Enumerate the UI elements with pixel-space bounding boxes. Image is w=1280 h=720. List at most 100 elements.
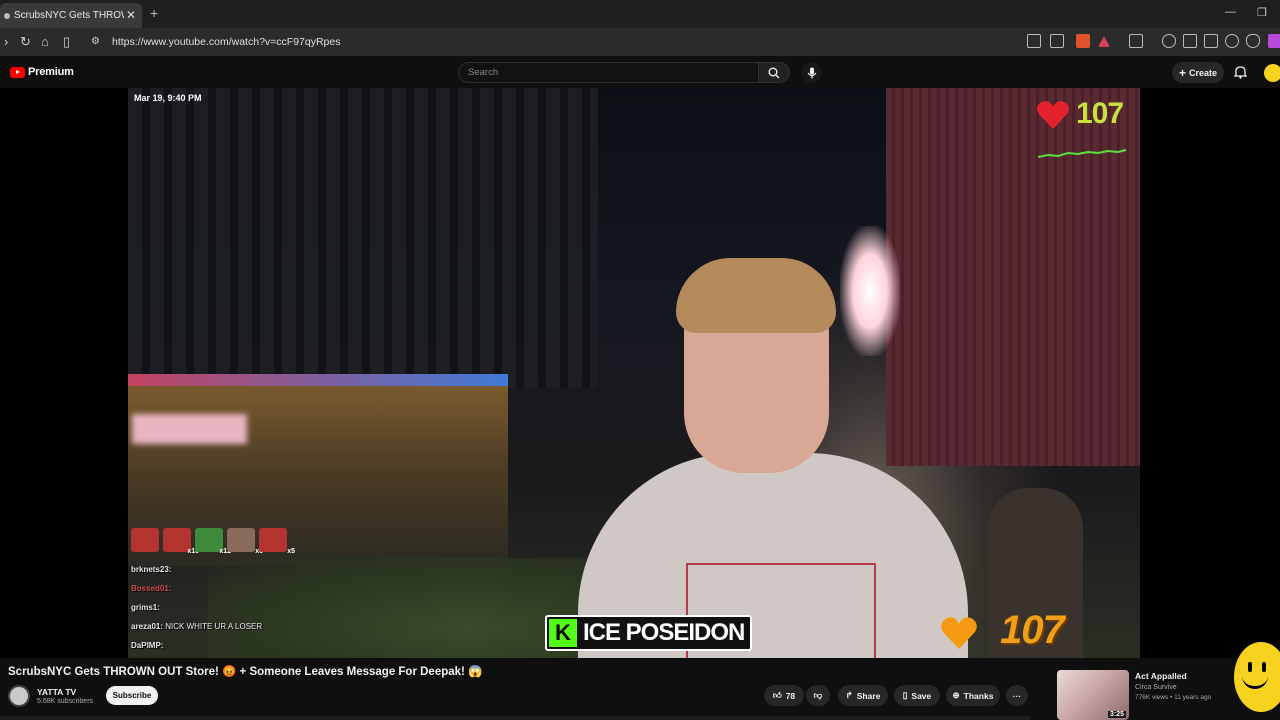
chat-emote: x5 [259,528,295,555]
chat-line: Bossed01: [131,579,331,598]
heart-icon [1037,101,1069,129]
chat-username: grims1: [131,603,160,612]
like-button[interactable]: 👍︎ 78 [764,685,804,706]
search-placeholder: Search [468,67,499,78]
recommended-channel[interactable]: Circa Survive [1135,684,1177,691]
scene-neon-sign [132,414,247,444]
subscriber-count: 5.68K subscribers [37,698,94,705]
address-url[interactable]: https://www.youtube.com/watch?v=ccF97qyR… [112,36,340,48]
save-button[interactable]: ▯ Save [894,685,940,706]
stream-timestamp: Mar 19, 9:40 PM [134,93,202,103]
chat-username: areza01: [131,622,164,631]
notifications-bell-icon[interactable] [1234,65,1247,79]
scene-building-left [128,88,598,388]
share-button[interactable]: ↱ Share [838,685,888,706]
new-tab-icon[interactable]: + [150,5,158,21]
thanks-button[interactable]: ⊕ Thanks [946,685,1000,706]
search-icon [768,67,780,78]
create-button[interactable]: + Create [1172,62,1224,83]
scene-lit-tower [840,226,900,356]
share-page-icon[interactable] [1050,34,1064,48]
chat-line: brknets23: [131,560,331,579]
recommended-thumbnail[interactable]: 3:25 [1057,670,1129,720]
cast-icon[interactable] [1027,34,1041,48]
dislike-button[interactable]: 👎︎ [806,685,830,706]
emote-row: x10 x12 x6 x5 [131,528,331,555]
chat-emote: x10 [163,528,199,555]
minimize-icon[interactable]: — [1225,6,1236,18]
scene-building-right [886,88,1140,466]
chat-emote [131,528,159,552]
more-icon: ··· [1012,690,1022,701]
smiley-avatar [1234,642,1280,712]
chat-line: areza01: NICK WHITE UR A LOSER [131,617,331,636]
media-icon[interactable] [1162,34,1176,48]
tab-close-icon[interactable]: ✕ [126,8,136,22]
hp-counter-top: 107 [1076,97,1124,130]
kick-logo-icon: K [549,619,577,647]
hp-counter-bottom: 107 [1000,608,1065,652]
chat-emote: x6 [227,528,263,555]
chat-username: DaPIMP: [131,641,164,650]
streamer-hair [676,258,836,333]
emote-count: x5 [287,548,295,555]
tab-favicon-icon [4,12,10,19]
microphone-icon [807,67,816,78]
create-label: Create [1189,67,1218,78]
recommended-meta: 776K views • 11 years ago [1135,694,1212,701]
plus-icon: + [1178,65,1186,80]
streamer-name: ICE POSEIDON [583,619,745,646]
wallet-icon[interactable] [1204,34,1218,48]
share-label: Share [856,690,881,701]
voice-search-button[interactable] [801,62,822,83]
youtube-header: Premium Search + Create [0,56,1280,88]
bookmark-icon[interactable]: ▯ [63,34,70,50]
profile-icon[interactable] [1268,34,1280,48]
more-actions-button[interactable]: ··· [1006,685,1028,706]
save-label: Save [911,690,932,701]
screenshot-icon[interactable] [1129,34,1143,48]
chat-emote: x12 [195,528,231,555]
sidebar-icon[interactable] [1183,34,1197,48]
leo-icon[interactable] [1225,34,1239,48]
thumbs-down-icon: 👎︎ [813,690,823,700]
search-button[interactable] [758,62,790,83]
logo-text: Premium [28,66,74,78]
orange-heart-icon [941,617,977,649]
brave-shield-icon[interactable] [1076,34,1090,48]
video-title: ScrubsNYC Gets THROWN OUT Store! 😡 + Som… [8,666,483,678]
stream-chat-overlay: x10 x12 x6 x5 brknets23: Bossed01: grims… [131,528,331,655]
thanks-label: Thanks [963,690,994,701]
youtube-logo[interactable]: Premium [10,66,74,78]
youtube-play-icon [10,66,25,78]
brave-rewards-icon[interactable] [1098,36,1110,47]
recommended-title[interactable]: Act Appalled [1135,671,1187,681]
super-thanks-icon: ⊕ [952,690,960,700]
site-info-icon[interactable]: ⚙ [91,36,100,47]
video-frame[interactable]: 107 x10 x12 x6 x5 brknets23: Bossed01: g… [128,88,1140,658]
search-input[interactable]: Search [458,62,758,83]
chat-line: DaPIMP: [131,636,331,655]
like-count: 78 [785,690,796,701]
account-avatar[interactable] [1264,64,1280,82]
streamer-badge: K ICE POSEIDON [545,615,753,651]
thumbs-up-icon: 👍︎ [772,690,782,700]
subscribe-button[interactable]: Subscribe [106,686,158,705]
chat-message: NICK WHITE UR A LOSER [165,622,263,631]
channel-avatar[interactable] [8,685,30,707]
hp-graph [1038,149,1127,158]
forward-icon[interactable]: › [4,34,8,49]
bookmark-save-icon: ▯ [902,690,908,700]
chat-line: grims1: [131,598,331,617]
reload-icon[interactable]: ↻ [20,34,31,50]
scene-canopy [128,374,508,386]
channel-name[interactable]: YATTA TV [37,687,76,697]
video-player[interactable]: 107 x10 x12 x6 x5 brknets23: Bossed01: g… [0,88,1280,658]
maximize-icon[interactable]: ❐ [1257,6,1267,19]
home-icon[interactable]: ⌂ [41,34,49,49]
browser-tab[interactable]: ScrubsNYC Gets THROWN OUT ✕ [0,3,142,28]
recommended-duration: 3:25 [1107,711,1126,718]
vpn-icon[interactable] [1246,34,1260,48]
tab-title: ScrubsNYC Gets THROWN OUT [14,10,124,21]
page-bottom-strip [0,716,1030,720]
